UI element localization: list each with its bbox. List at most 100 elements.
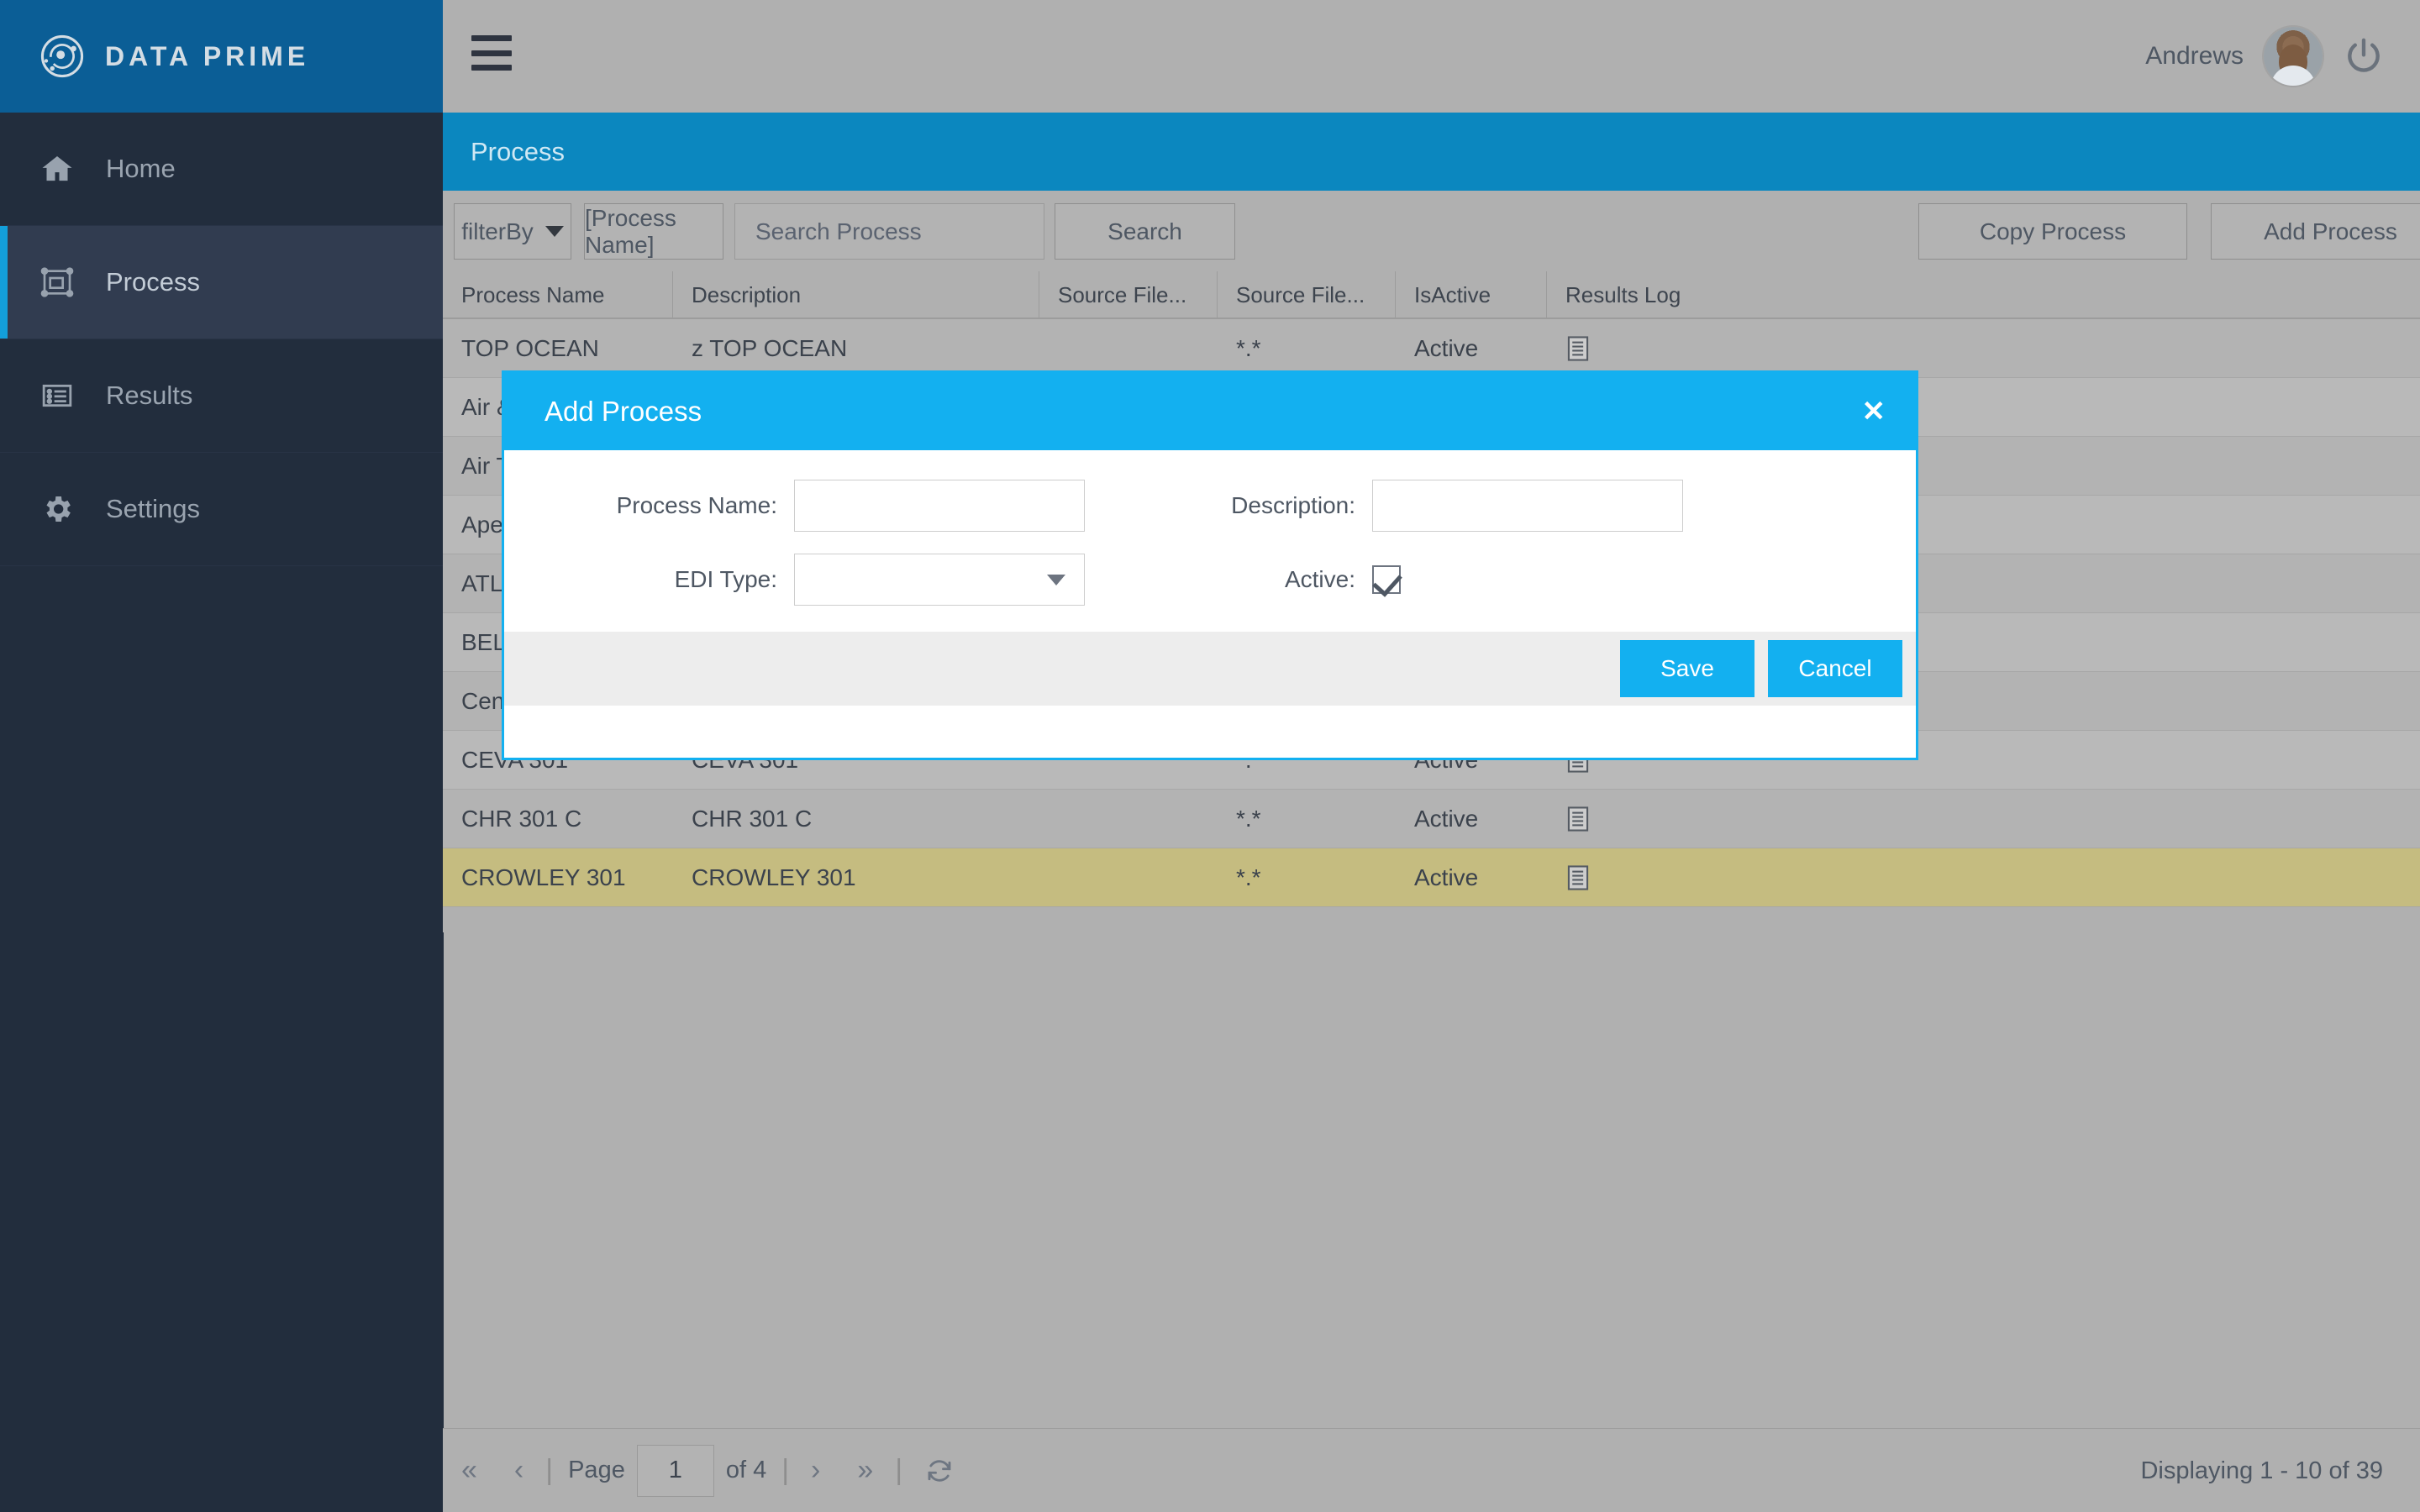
sidebar: DATA PRIME Home Process Results Settings bbox=[0, 0, 443, 1512]
copy-process-label: Copy Process bbox=[1979, 218, 2127, 244]
cell-is-active: Active bbox=[1414, 864, 1479, 890]
page-label: Page bbox=[568, 1457, 625, 1483]
cell-source-file-2: *.* bbox=[1236, 334, 1261, 361]
process-name-label: Process Name: bbox=[616, 492, 777, 518]
process-frame-icon bbox=[34, 265, 81, 299]
sidebar-item-results[interactable]: Results bbox=[0, 339, 443, 453]
active-indicator bbox=[0, 226, 8, 339]
modal-form-row-2: EDI Type: Active: bbox=[504, 543, 1916, 617]
copy-process-button[interactable]: Copy Process bbox=[1918, 203, 2187, 260]
cell-results-log[interactable] bbox=[1547, 790, 2420, 848]
gear-icon bbox=[34, 492, 81, 526]
cell-source-file-1 bbox=[1039, 848, 1218, 907]
search-button-label: Search bbox=[1107, 218, 1182, 244]
active-label: Active: bbox=[1284, 566, 1355, 592]
table-row[interactable]: CROWLEY 301 CROWLEY 301 *.* Active bbox=[443, 848, 2420, 907]
sidebar-item-label: Home bbox=[106, 154, 176, 183]
results-log-icon[interactable] bbox=[1565, 335, 1591, 362]
avatar[interactable] bbox=[2264, 27, 2323, 86]
column-header-is-active[interactable]: IsActive bbox=[1396, 271, 1547, 318]
page-title: Process bbox=[471, 136, 565, 166]
edi-type-label: EDI Type: bbox=[674, 566, 777, 592]
divider: | bbox=[781, 1454, 790, 1486]
cell-name: TOP OCEAN bbox=[461, 334, 599, 361]
chevron-down-icon bbox=[544, 226, 564, 237]
home-icon bbox=[34, 152, 81, 186]
cancel-button[interactable]: Cancel bbox=[1768, 640, 1902, 697]
page-total-label: of 4 bbox=[725, 1457, 767, 1483]
brand-name: DATA PRIME bbox=[105, 40, 310, 71]
edi-type-select[interactable] bbox=[794, 554, 1085, 606]
cell-description: CROWLEY 301 bbox=[692, 864, 856, 890]
close-icon[interactable]: ✕ bbox=[1855, 392, 1893, 431]
description-field[interactable] bbox=[1372, 480, 1683, 532]
cell-description: CHR 301 C bbox=[692, 805, 813, 832]
sidebar-item-label: Settings bbox=[106, 494, 201, 523]
sidebar-item-settings[interactable]: Settings bbox=[0, 453, 443, 566]
cell-is-active: Active bbox=[1414, 334, 1479, 361]
page-header: Process bbox=[443, 113, 2420, 191]
pagination-bar: « ‹ | Page 1 of 4 | › » | Displaying 1 -… bbox=[443, 1428, 2420, 1512]
chevron-down-icon bbox=[1047, 574, 1065, 585]
user-block: Andrews bbox=[2145, 0, 2385, 113]
next-page-icon[interactable]: › bbox=[792, 1454, 839, 1487]
add-process-button[interactable]: Add Process bbox=[2211, 203, 2420, 260]
table-header-row: Process Name Description Source File... … bbox=[443, 271, 2420, 319]
column-header-process-name[interactable]: Process Name bbox=[443, 271, 673, 318]
modal-form-row-1: Process Name: Description: bbox=[504, 469, 1916, 543]
page-input[interactable]: 1 bbox=[636, 1444, 714, 1497]
refresh-icon[interactable] bbox=[906, 1456, 973, 1486]
top-bar: Andrews bbox=[443, 0, 2420, 113]
add-process-modal: Add Process ✕ Process Name: Description:… bbox=[502, 370, 1918, 760]
filter-field-label: [Process Name] bbox=[585, 204, 676, 258]
process-name-field[interactable] bbox=[794, 480, 1085, 532]
sidebar-item-process[interactable]: Process bbox=[0, 226, 443, 339]
cell-results-log[interactable] bbox=[1547, 319, 2420, 378]
first-page-icon[interactable]: « bbox=[443, 1454, 496, 1487]
cell-description: z TOP OCEAN bbox=[692, 334, 848, 361]
column-header-source-file-1[interactable]: Source File... bbox=[1039, 271, 1218, 318]
sidebar-item-label: Results bbox=[106, 381, 193, 410]
search-input-text: Search Process bbox=[755, 218, 922, 244]
last-page-icon[interactable]: » bbox=[839, 1454, 892, 1487]
modal-title: Add Process bbox=[544, 396, 702, 427]
results-log-icon[interactable] bbox=[1565, 864, 1591, 891]
description-label: Description: bbox=[1231, 492, 1355, 518]
hamburger-menu-icon[interactable] bbox=[471, 35, 512, 71]
cell-source-file-2: *.* bbox=[1236, 805, 1261, 832]
cell-is-active: Active bbox=[1414, 805, 1479, 832]
cell-results-log[interactable] bbox=[1547, 848, 2420, 907]
cell-source-file-2: *.* bbox=[1236, 864, 1261, 890]
username-label: Andrews bbox=[2145, 42, 2244, 70]
list-results-icon bbox=[34, 379, 81, 412]
modal-header: Add Process ✕ bbox=[504, 373, 1916, 450]
brand-header: DATA PRIME bbox=[0, 0, 443, 113]
previous-page-icon[interactable]: ‹ bbox=[496, 1454, 542, 1487]
cell-source-file-1 bbox=[1039, 319, 1218, 378]
save-button[interactable]: Save bbox=[1620, 640, 1754, 697]
active-checkbox[interactable] bbox=[1372, 565, 1401, 594]
table-row[interactable]: TOP OCEAN z TOP OCEAN *.* Active bbox=[443, 319, 2420, 378]
divider: | bbox=[545, 1454, 554, 1486]
filter-field-button[interactable]: [Process Name] bbox=[584, 203, 723, 260]
cell-name: CROWLEY 301 bbox=[461, 864, 626, 890]
table-row[interactable]: CHR 301 C CHR 301 C *.* Active bbox=[443, 790, 2420, 848]
sidebar-item-home[interactable]: Home bbox=[0, 113, 443, 226]
filter-by-label: filterBy bbox=[461, 218, 534, 244]
displaying-count: Displaying 1 - 10 of 39 bbox=[2140, 1457, 2383, 1484]
cell-source-file-1 bbox=[1039, 790, 1218, 848]
column-header-description[interactable]: Description bbox=[673, 271, 1039, 318]
search-button[interactable]: Search bbox=[1055, 203, 1235, 260]
results-log-icon[interactable] bbox=[1565, 806, 1591, 832]
add-process-label: Add Process bbox=[2264, 218, 2397, 244]
divider: | bbox=[895, 1454, 903, 1486]
filter-by-dropdown[interactable]: filterBy bbox=[454, 203, 571, 260]
cell-name: CHR 301 C bbox=[461, 805, 582, 832]
modal-body: Process Name: Description: EDI Type: Act… bbox=[504, 450, 1916, 632]
power-icon[interactable] bbox=[2343, 35, 2385, 77]
column-header-source-file-2[interactable]: Source File... bbox=[1218, 271, 1396, 318]
app-root: DATA PRIME Home Process Results Settings… bbox=[0, 0, 2420, 1512]
column-header-results-log[interactable]: Results Log bbox=[1547, 271, 2420, 318]
orbit-logo-icon bbox=[40, 34, 84, 78]
search-input[interactable]: Search Process bbox=[734, 203, 1044, 260]
